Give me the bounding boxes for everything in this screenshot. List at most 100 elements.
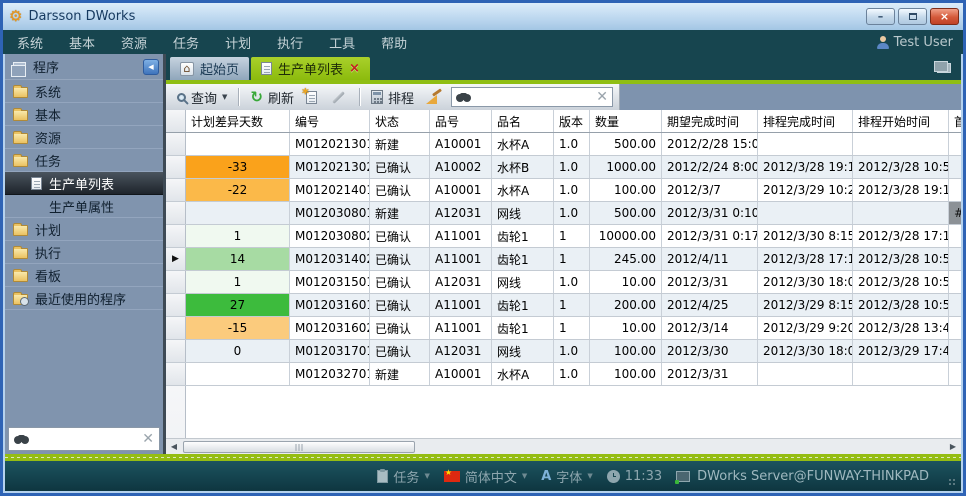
- menu-tools[interactable]: 工具: [329, 33, 355, 52]
- table-cell-diff[interactable]: 27: [186, 294, 290, 316]
- table-cell-item_no[interactable]: A11001: [430, 294, 492, 316]
- table-row[interactable]: ▶14M012031402已确认A11001齿轮11245.002012/4/1…: [166, 248, 961, 271]
- sidebar-item[interactable]: 资源: [5, 126, 163, 149]
- table-cell-qty[interactable]: 100.00: [590, 363, 662, 385]
- scroll-left-icon[interactable]: ◀: [167, 440, 181, 454]
- tab-close-icon[interactable]: ×: [349, 62, 360, 75]
- table-cell-item_name[interactable]: 齿轮1: [492, 317, 554, 339]
- table-cell-status[interactable]: 已确认: [370, 271, 430, 293]
- menu-basic[interactable]: 基本: [69, 33, 95, 52]
- table-cell-sched_end[interactable]: 2012/3/30 8:15: [758, 225, 853, 247]
- table-cell-extra[interactable]: #: [949, 202, 961, 224]
- schedule-button[interactable]: 排程: [368, 86, 417, 109]
- table-cell-item_no[interactable]: A10001: [430, 179, 492, 201]
- table-cell-item_no[interactable]: A12031: [430, 271, 492, 293]
- query-button[interactable]: 查询 ▼: [174, 86, 230, 109]
- table-cell-item_name[interactable]: 网线: [492, 340, 554, 362]
- column-header-diff[interactable]: 计划差异天数: [186, 110, 290, 132]
- menu-execute[interactable]: 执行: [277, 33, 303, 52]
- table-row[interactable]: M012032701新建A10001水杯A1.0100.002012/3/31: [166, 363, 961, 386]
- table-row[interactable]: -33M012021302已确认A10002水杯B1.01000.002012/…: [166, 156, 961, 179]
- table-cell-sched_start[interactable]: 2012/3/28 17:13: [853, 225, 949, 247]
- table-cell-version[interactable]: 1.0: [554, 179, 590, 201]
- table-cell-no[interactable]: M012031601: [290, 294, 370, 316]
- table-row[interactable]: 1M012030802已确认A11001齿轮1110000.002012/3/3…: [166, 225, 961, 248]
- table-cell-diff[interactable]: 14: [186, 248, 290, 270]
- menu-system[interactable]: 系统: [17, 33, 43, 52]
- table-cell-sched_start[interactable]: 2012/3/28 10:52: [853, 271, 949, 293]
- table-cell-no[interactable]: M012030801: [290, 202, 370, 224]
- table-cell-status[interactable]: 已确认: [370, 340, 430, 362]
- table-cell-qty[interactable]: 10000.00: [590, 225, 662, 247]
- table-cell-extra[interactable]: [949, 294, 961, 316]
- sidebar-search-input[interactable]: [29, 432, 142, 446]
- table-cell-item_name[interactable]: 齿轮1: [492, 248, 554, 270]
- table-cell-diff[interactable]: -15: [186, 317, 290, 339]
- minimize-button[interactable]: –: [866, 8, 895, 25]
- sidebar-collapse-button[interactable]: ◀: [143, 59, 159, 75]
- table-cell-sched_end[interactable]: [758, 202, 853, 224]
- table-cell-expect[interactable]: 2012/2/24 8:00: [662, 156, 758, 178]
- table-cell-no[interactable]: M012031501: [290, 271, 370, 293]
- table-cell-qty[interactable]: 500.00: [590, 202, 662, 224]
- menu-resource[interactable]: 资源: [121, 33, 147, 52]
- sidebar-item[interactable]: 基本: [5, 103, 163, 126]
- table-cell-version[interactable]: 1.0: [554, 340, 590, 362]
- table-cell-sched_end[interactable]: 2012/3/29 8:15: [758, 294, 853, 316]
- table-cell-expect[interactable]: 2012/4/25: [662, 294, 758, 316]
- table-cell-extra[interactable]: [949, 340, 961, 362]
- table-cell-status[interactable]: 已确认: [370, 317, 430, 339]
- table-cell-status[interactable]: 新建: [370, 202, 430, 224]
- table-cell-item_name[interactable]: 水杯A: [492, 363, 554, 385]
- table-cell-version[interactable]: 1.0: [554, 202, 590, 224]
- tab-production-order-list[interactable]: 生产单列表 ×: [251, 57, 370, 80]
- column-header-qty[interactable]: 数量: [590, 110, 662, 132]
- table-cell-no[interactable]: M012031402: [290, 248, 370, 270]
- table-cell-status[interactable]: 已确认: [370, 156, 430, 178]
- table-cell-sched_start[interactable]: 2012/3/28 19:10: [853, 179, 949, 201]
- column-header-version[interactable]: 版本: [554, 110, 590, 132]
- table-cell-sched_end[interactable]: 2012/3/30 18:00: [758, 271, 853, 293]
- table-cell-qty[interactable]: 1000.00: [590, 156, 662, 178]
- table-cell-sched_end[interactable]: 2012/3/30 18:00: [758, 340, 853, 362]
- table-cell-version[interactable]: 1: [554, 294, 590, 316]
- sidebar-search-clear-icon[interactable]: ✕: [142, 432, 154, 446]
- table-cell-no[interactable]: M012021401: [290, 179, 370, 201]
- sidebar-item[interactable]: 系统: [5, 80, 163, 103]
- table-cell-item_name[interactable]: 齿轮1: [492, 225, 554, 247]
- resize-grip-icon[interactable]: [945, 471, 955, 481]
- sidebar-item[interactable]: 任务: [5, 149, 163, 172]
- column-header-sched_start[interactable]: 排程开始时间: [853, 110, 949, 132]
- table-cell-sched_end[interactable]: 2012/3/29 10:20: [758, 179, 853, 201]
- table-row[interactable]: -15M012031602已确认A11001齿轮1110.002012/3/14…: [166, 317, 961, 340]
- table-cell-item_no[interactable]: A12031: [430, 340, 492, 362]
- table-cell-version[interactable]: 1: [554, 317, 590, 339]
- table-cell-sched_start[interactable]: [853, 133, 949, 155]
- table-cell-sched_end[interactable]: 2012/3/28 17:13: [758, 248, 853, 270]
- table-row[interactable]: -22M012021401已确认A10001水杯A1.0100.002012/3…: [166, 179, 961, 202]
- table-row[interactable]: 1M012031501已确认A12031网线1.010.002012/3/312…: [166, 271, 961, 294]
- table-cell-extra[interactable]: [949, 156, 961, 178]
- table-cell-version[interactable]: 1.0: [554, 271, 590, 293]
- close-button[interactable]: ×: [930, 8, 959, 25]
- column-header-status[interactable]: 状态: [370, 110, 430, 132]
- table-row[interactable]: 0M012031701已确认A12031网线1.0100.002012/3/30…: [166, 340, 961, 363]
- table-cell-item_no[interactable]: A10001: [430, 133, 492, 155]
- column-header-no[interactable]: 编号: [290, 110, 370, 132]
- table-row[interactable]: 27M012031601已确认A11001齿轮11200.002012/4/25…: [166, 294, 961, 317]
- table-cell-sched_start[interactable]: 2012/3/28 13:40: [853, 317, 949, 339]
- table-cell-version[interactable]: 1.0: [554, 156, 590, 178]
- table-cell-sched_start[interactable]: [853, 202, 949, 224]
- table-cell-no[interactable]: M012032701: [290, 363, 370, 385]
- menu-help[interactable]: 帮助: [381, 33, 407, 52]
- table-cell-no[interactable]: M012021301: [290, 133, 370, 155]
- table-cell-extra[interactable]: [949, 225, 961, 247]
- sidebar-item[interactable]: 生产单列表: [5, 172, 163, 195]
- table-cell-item_name[interactable]: 齿轮1: [492, 294, 554, 316]
- table-cell-item_name[interactable]: 水杯A: [492, 179, 554, 201]
- table-cell-item_no[interactable]: A11001: [430, 248, 492, 270]
- column-header-item_name[interactable]: 品名: [492, 110, 554, 132]
- sidebar-item[interactable]: 执行: [5, 241, 163, 264]
- table-cell-expect[interactable]: 2012/3/14: [662, 317, 758, 339]
- table-cell-sched_start[interactable]: 2012/3/28 10:52: [853, 294, 949, 316]
